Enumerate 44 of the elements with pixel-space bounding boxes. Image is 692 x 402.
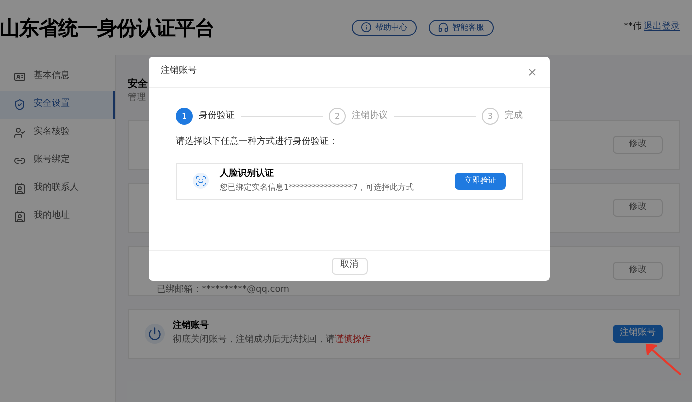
verify-button[interactable]: 立即验证 [455,172,506,190]
card-detail: 已绑邮箱：**********@qq.com [156,284,290,297]
sidebar-item[interactable]: 账号绑定 [0,147,115,175]
site-title: 山东省统一身份认证平台 [0,14,214,42]
headset-icon [438,22,448,33]
user-name: **伟 [624,20,642,34]
sidebar-item[interactable]: 基本信息 [0,63,115,91]
arrow-drawing [645,343,683,377]
section-subtitle: 管理 [128,92,147,105]
cancel-button[interactable]: 取消 [332,258,368,274]
power-icon [145,324,165,344]
card-button[interactable]: 修改 [613,136,663,154]
header-button[interactable]: 帮助中心 [352,20,416,36]
id-card-icon [14,71,26,83]
dialog-title: 注销账号 [161,65,197,78]
info-icon [360,22,372,33]
user-icon [14,127,26,139]
card-description: 彻底关闭账号，注销成功后无法找回，请谨慎操作 [173,334,371,346]
method-description: 您已绑定实名信息1****************7，可选择此方式 [220,182,414,194]
sidebar-item[interactable]: 实名核验 [0,119,115,147]
contact-card-icon [14,211,26,223]
section-title: 安全 [128,77,149,92]
header-button[interactable]: 智能客服 [428,20,494,36]
card-button[interactable]: 注销账号 [613,324,663,342]
face-scan-icon [193,173,209,189]
step-number: 1 [176,108,193,125]
sidebar-item[interactable]: 安全设置 [0,91,115,119]
step-label: 注销协议 [352,110,388,123]
shield-icon [14,99,26,111]
card-button[interactable]: 修改 [613,262,663,280]
step-number: 3 [482,108,499,125]
card-title: 注销账号 [173,320,210,333]
logout-link[interactable]: 退出登录 [644,20,680,34]
prompt-text: 请选择以下任意一种方式进行身份验证： [176,136,339,149]
step-number: 2 [329,108,346,125]
method-title: 人脸识别认证 [220,168,275,182]
step-label: 身份验证 [199,110,235,123]
card-button[interactable]: 修改 [613,198,663,216]
contact-card-icon [14,183,26,195]
step-label: 完成 [505,110,523,123]
sidebar-item[interactable]: 我的地址 [0,203,115,231]
close-icon[interactable] [527,66,538,78]
sidebar-item[interactable]: 我的联系人 [0,175,115,203]
link-icon [14,155,26,167]
